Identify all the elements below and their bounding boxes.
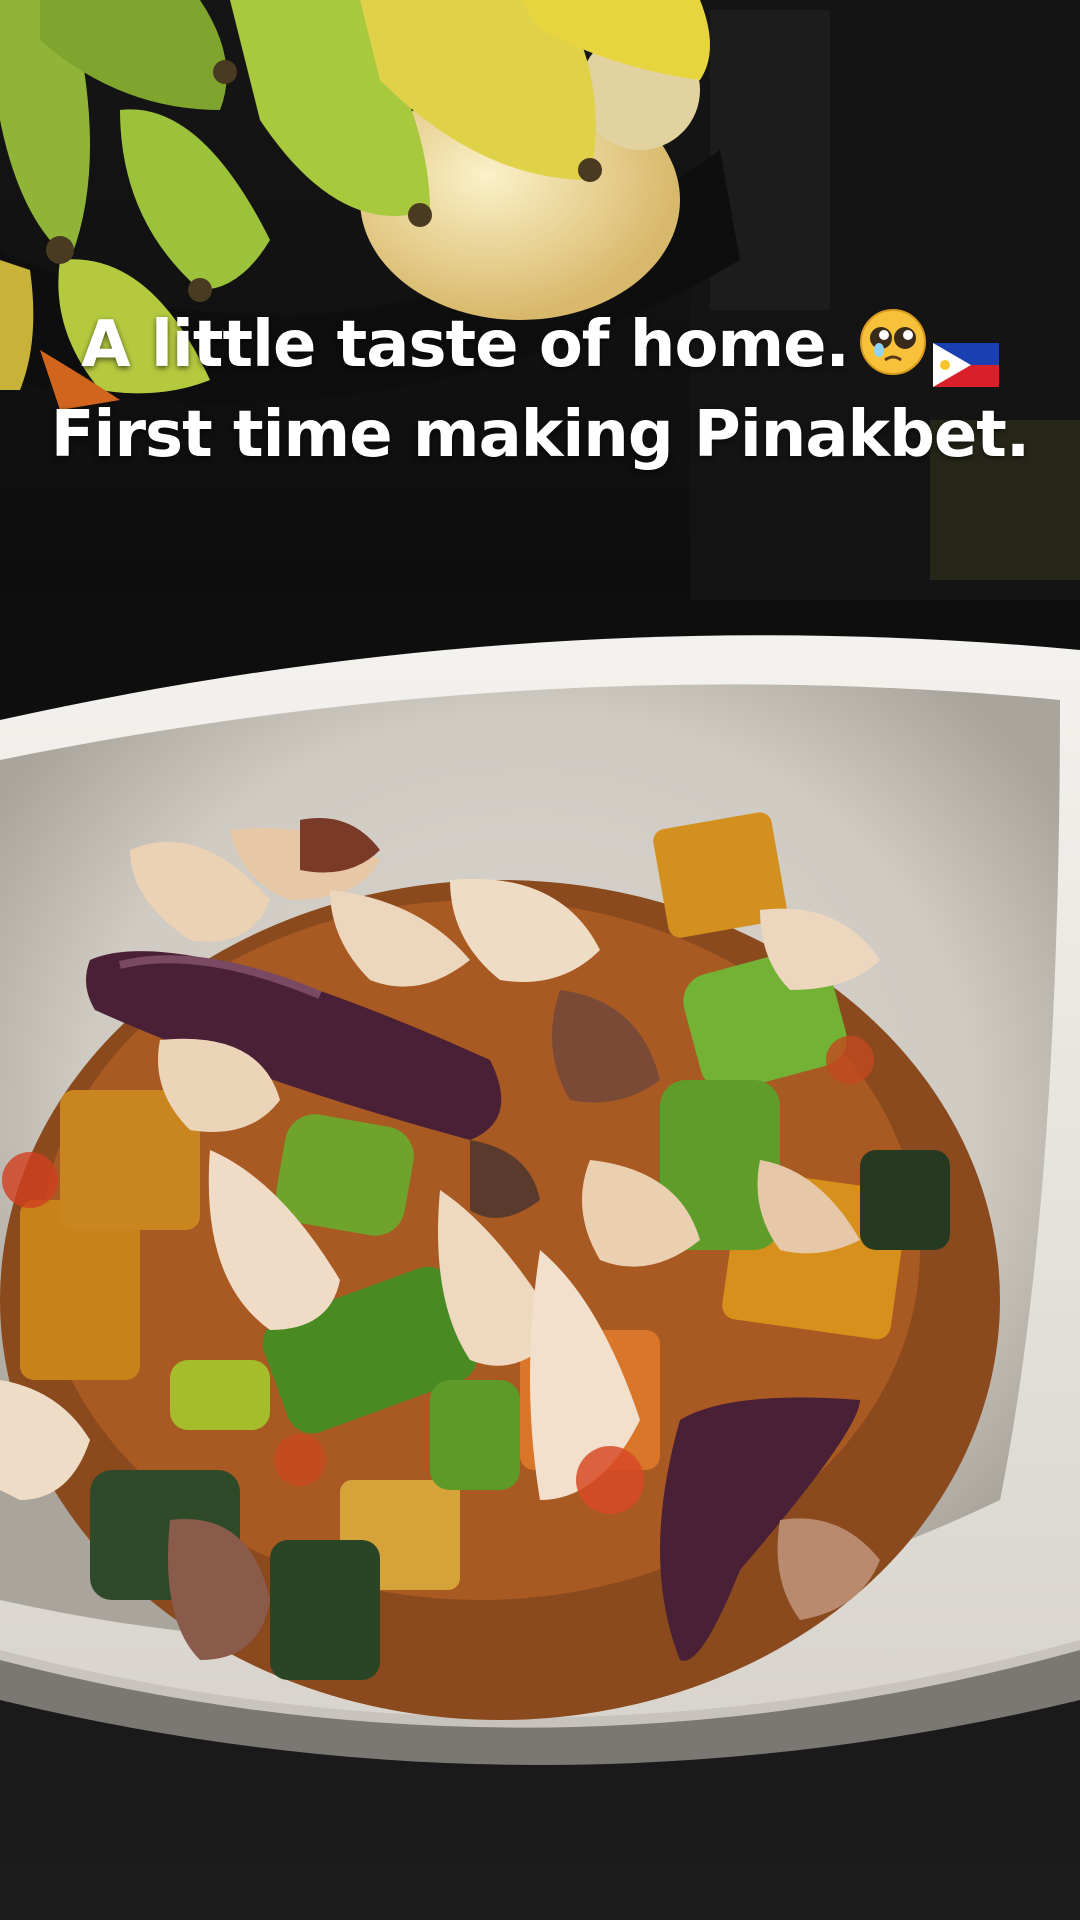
caption-line-1-text: A little taste of home. [81,308,850,382]
philippines-flag-icon [932,321,999,388]
caption-line-1: A little taste of home. [0,300,1080,390]
pleading-face-icon [859,308,927,376]
video-caption: A little taste of home. First time makin… [0,300,1080,480]
caption-line-2: First time making Pinakbet. [50,398,1030,472]
photo-scene: A little taste of home. First time makin… [0,0,1080,1920]
photo-background [0,0,1080,1920]
